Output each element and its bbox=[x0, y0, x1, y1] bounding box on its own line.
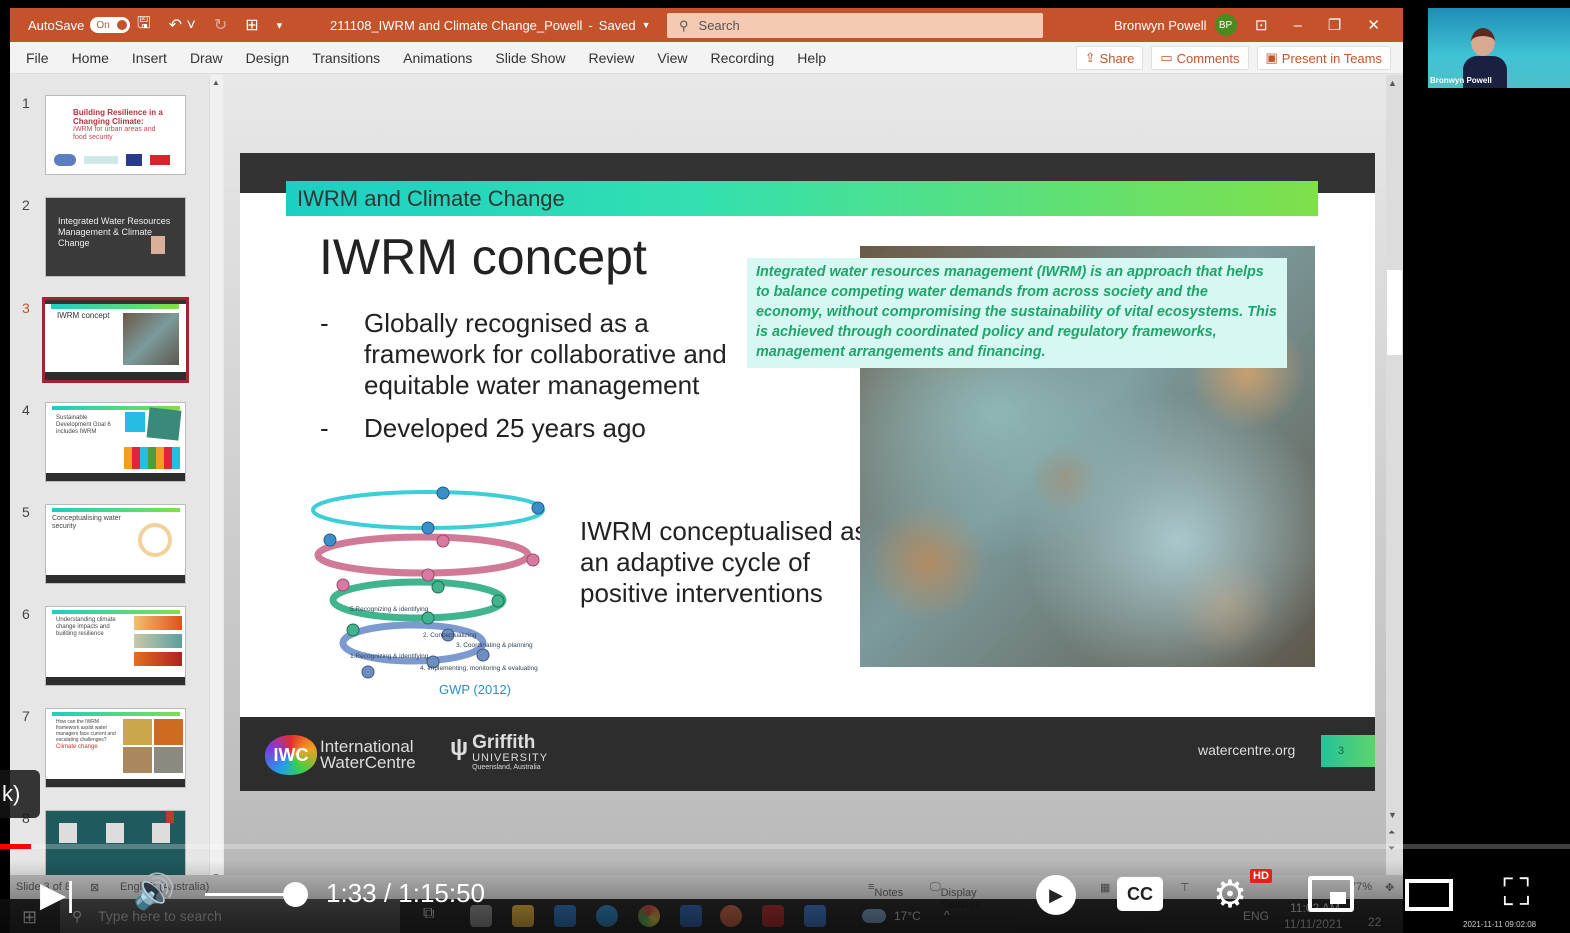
scroll-up-icon[interactable]: ▲ bbox=[1388, 78, 1397, 88]
teams-icon: ▣ bbox=[1265, 50, 1278, 65]
bullet-list: - Globally recognised as a framework for… bbox=[320, 308, 740, 456]
autosave-label: AutoSave bbox=[28, 17, 85, 33]
present-in-teams-button[interactable]: ▣ Present in Teams bbox=[1256, 46, 1391, 70]
theater-mode-icon[interactable] bbox=[1405, 879, 1453, 911]
tab-draw[interactable]: Draw bbox=[179, 50, 235, 66]
next-video-icon[interactable]: ▶| bbox=[40, 875, 75, 915]
tab-recording[interactable]: Recording bbox=[699, 50, 786, 66]
webcam-name-label: Bronwyn Powell bbox=[1430, 76, 1492, 85]
user-account[interactable]: Bronwyn Powell BP bbox=[1114, 8, 1237, 42]
spiral-label: 5.Recognizing & identifying bbox=[350, 606, 429, 613]
comments-button[interactable]: ▭ Comments bbox=[1151, 46, 1249, 70]
video-time: 1:33 / 1:15:50 bbox=[326, 878, 486, 908]
present-icon[interactable]: ⊞ bbox=[245, 15, 258, 35]
iwc-logo: IWC International WaterCentre bbox=[265, 735, 416, 775]
recording-timestamp: 2021-11-11 09:02:08 bbox=[1463, 920, 1537, 929]
adaptive-cycle-spiral-diagram: 5.Recognizing & identifying 2. Conceptua… bbox=[311, 486, 545, 679]
autosave-control[interactable]: AutoSave On bbox=[28, 8, 131, 42]
screen: AutoSave On 🖫 ↶ ˅ ↻ ⊞ ▾ 211108_IWRM and … bbox=[0, 0, 1570, 933]
tab-design[interactable]: Design bbox=[235, 50, 302, 66]
tab-insert[interactable]: Insert bbox=[121, 50, 179, 66]
ribbon-tabs: File Home Insert Draw Design Transitions… bbox=[26, 42, 838, 74]
ribbon: File Home Insert Draw Design Transitions… bbox=[10, 42, 1403, 74]
spiral-ring-2 bbox=[314, 533, 532, 577]
bullet-item: - Developed 25 years ago bbox=[320, 413, 646, 443]
document-title[interactable]: 211108_IWRM and Climate Change_Powell - … bbox=[330, 8, 651, 42]
diagram-source: GWP (2012) bbox=[439, 682, 512, 697]
fullscreen-icon[interactable]: ⛶ bbox=[1503, 874, 1530, 912]
iwrm-definition: Integrated water resources management (I… bbox=[747, 258, 1287, 368]
captions-button[interactable]: CC bbox=[1117, 877, 1163, 911]
search-input[interactable]: ⚲ Search bbox=[667, 13, 1043, 38]
minimize-icon[interactable]: – bbox=[1294, 17, 1302, 34]
search-icon: ⚲ bbox=[679, 17, 689, 33]
footer-url: watercentre.org bbox=[1198, 742, 1296, 758]
video-progress-played bbox=[0, 844, 32, 849]
griffith-crest-icon: ψ bbox=[450, 734, 469, 761]
tab-file[interactable]: File bbox=[26, 50, 61, 66]
close-icon[interactable]: ✕ bbox=[1367, 16, 1380, 34]
ribbon-display-icon[interactable]: ⊡ bbox=[1255, 16, 1268, 34]
tab-home[interactable]: Home bbox=[61, 50, 121, 66]
ribbon-actions: ⇪ Share ▭ Comments ▣ Present in Teams bbox=[1075, 46, 1391, 70]
settings-gear-icon[interactable]: ⚙ bbox=[1213, 872, 1247, 917]
tab-review[interactable]: Review bbox=[577, 50, 646, 66]
tab-animations[interactable]: Animations bbox=[392, 50, 484, 66]
title-bar: AutoSave On 🖫 ↶ ˅ ↻ ⊞ ▾ 211108_IWRM and … bbox=[10, 8, 1403, 42]
document-name: 211108_IWRM and Climate Change_Powell bbox=[330, 17, 583, 33]
scroll-down-icon[interactable]: ▼ bbox=[1388, 810, 1397, 820]
share-icon: ⇪ bbox=[1084, 50, 1096, 65]
slide-number: 3 bbox=[1321, 735, 1375, 767]
partner-logos bbox=[54, 153, 179, 167]
tab-help[interactable]: Help bbox=[786, 50, 838, 66]
presenter-webcam: Bronwyn Powell bbox=[1428, 8, 1570, 88]
thumbnail-scrollbar[interactable]: ▲ ▼ bbox=[209, 75, 223, 881]
hd-badge: HD bbox=[1250, 869, 1272, 883]
slide-footer: IWC International WaterCentre ψ Griffith… bbox=[240, 717, 1375, 791]
slide-banner: IWRM and Climate Change bbox=[286, 181, 1318, 216]
spiral-label: 3. Coordinating & planning bbox=[456, 642, 533, 649]
powerpoint-window: AutoSave On 🖫 ↶ ˅ ↻ ⊞ ▾ 211108_IWRM and … bbox=[10, 8, 1403, 933]
bullet-item: - Globally recognised as a framework for… bbox=[320, 308, 727, 400]
volume-slider[interactable] bbox=[205, 893, 295, 896]
miniplayer-icon[interactable] bbox=[1308, 876, 1354, 912]
slide-thumbnail-panel: 1 Building Resilience in a Changing Clim… bbox=[10, 75, 223, 890]
spiral-label: 2. Conceptualizing bbox=[423, 632, 477, 639]
redo-icon[interactable]: ↻ bbox=[214, 15, 227, 35]
customize-qat-icon[interactable]: ▾ bbox=[277, 19, 283, 32]
tab-transitions[interactable]: Transitions bbox=[301, 50, 392, 66]
tab-view[interactable]: View bbox=[646, 50, 699, 66]
comment-icon: ▭ bbox=[1160, 50, 1173, 65]
autoplay-toggle-icon[interactable]: ▶ bbox=[1036, 875, 1076, 915]
spiral-label: 4. Implementing, monitoring & evaluating bbox=[420, 665, 538, 672]
current-slide[interactable]: IWRM and Climate Change IWRM concept - G… bbox=[240, 153, 1375, 791]
slide-scrollbar[interactable]: ▲ ▼ ⏶ ⏷ bbox=[1386, 75, 1403, 875]
griffith-university-logo: ψ Griffith UNIVERSITY Queensland, Austra… bbox=[450, 732, 549, 771]
previous-slide-icon[interactable]: ⏶ bbox=[1388, 827, 1395, 838]
autosave-toggle[interactable]: On bbox=[90, 17, 131, 33]
caption-overlay: k) bbox=[0, 770, 40, 818]
chevron-down-icon: ▼ bbox=[641, 20, 651, 30]
share-button[interactable]: ⇪ Share bbox=[1075, 46, 1144, 70]
user-name: Bronwyn Powell bbox=[1114, 17, 1207, 33]
avatar: BP bbox=[1214, 14, 1237, 36]
spiral-label: 1.Recognizing & identifying bbox=[350, 653, 429, 660]
scroll-thumb[interactable] bbox=[1387, 270, 1402, 355]
slide-heading: IWRM concept bbox=[319, 229, 647, 285]
volume-icon[interactable]: 🔊 bbox=[133, 872, 175, 912]
video-progress-bar[interactable] bbox=[0, 844, 1570, 849]
scroll-up-icon[interactable]: ▲ bbox=[212, 78, 220, 87]
volume-slider-handle[interactable] bbox=[283, 882, 308, 907]
window-controls: ⊡ – ❐ ✕ bbox=[1255, 8, 1380, 42]
diagram-caption: IWRM conceptualised as an adaptive cycle… bbox=[580, 516, 868, 608]
search-placeholder: Search bbox=[698, 18, 740, 33]
tab-slide-show[interactable]: Slide Show bbox=[484, 50, 577, 66]
save-status: Saved bbox=[598, 17, 636, 33]
undo-icon[interactable]: ↶ ˅ bbox=[169, 15, 196, 35]
quick-access-toolbar: 🖫 ↶ ˅ ↻ ⊞ ▾ bbox=[137, 8, 282, 42]
restore-icon[interactable]: ❐ bbox=[1328, 16, 1341, 34]
save-icon[interactable]: 🖫 bbox=[137, 12, 151, 39]
